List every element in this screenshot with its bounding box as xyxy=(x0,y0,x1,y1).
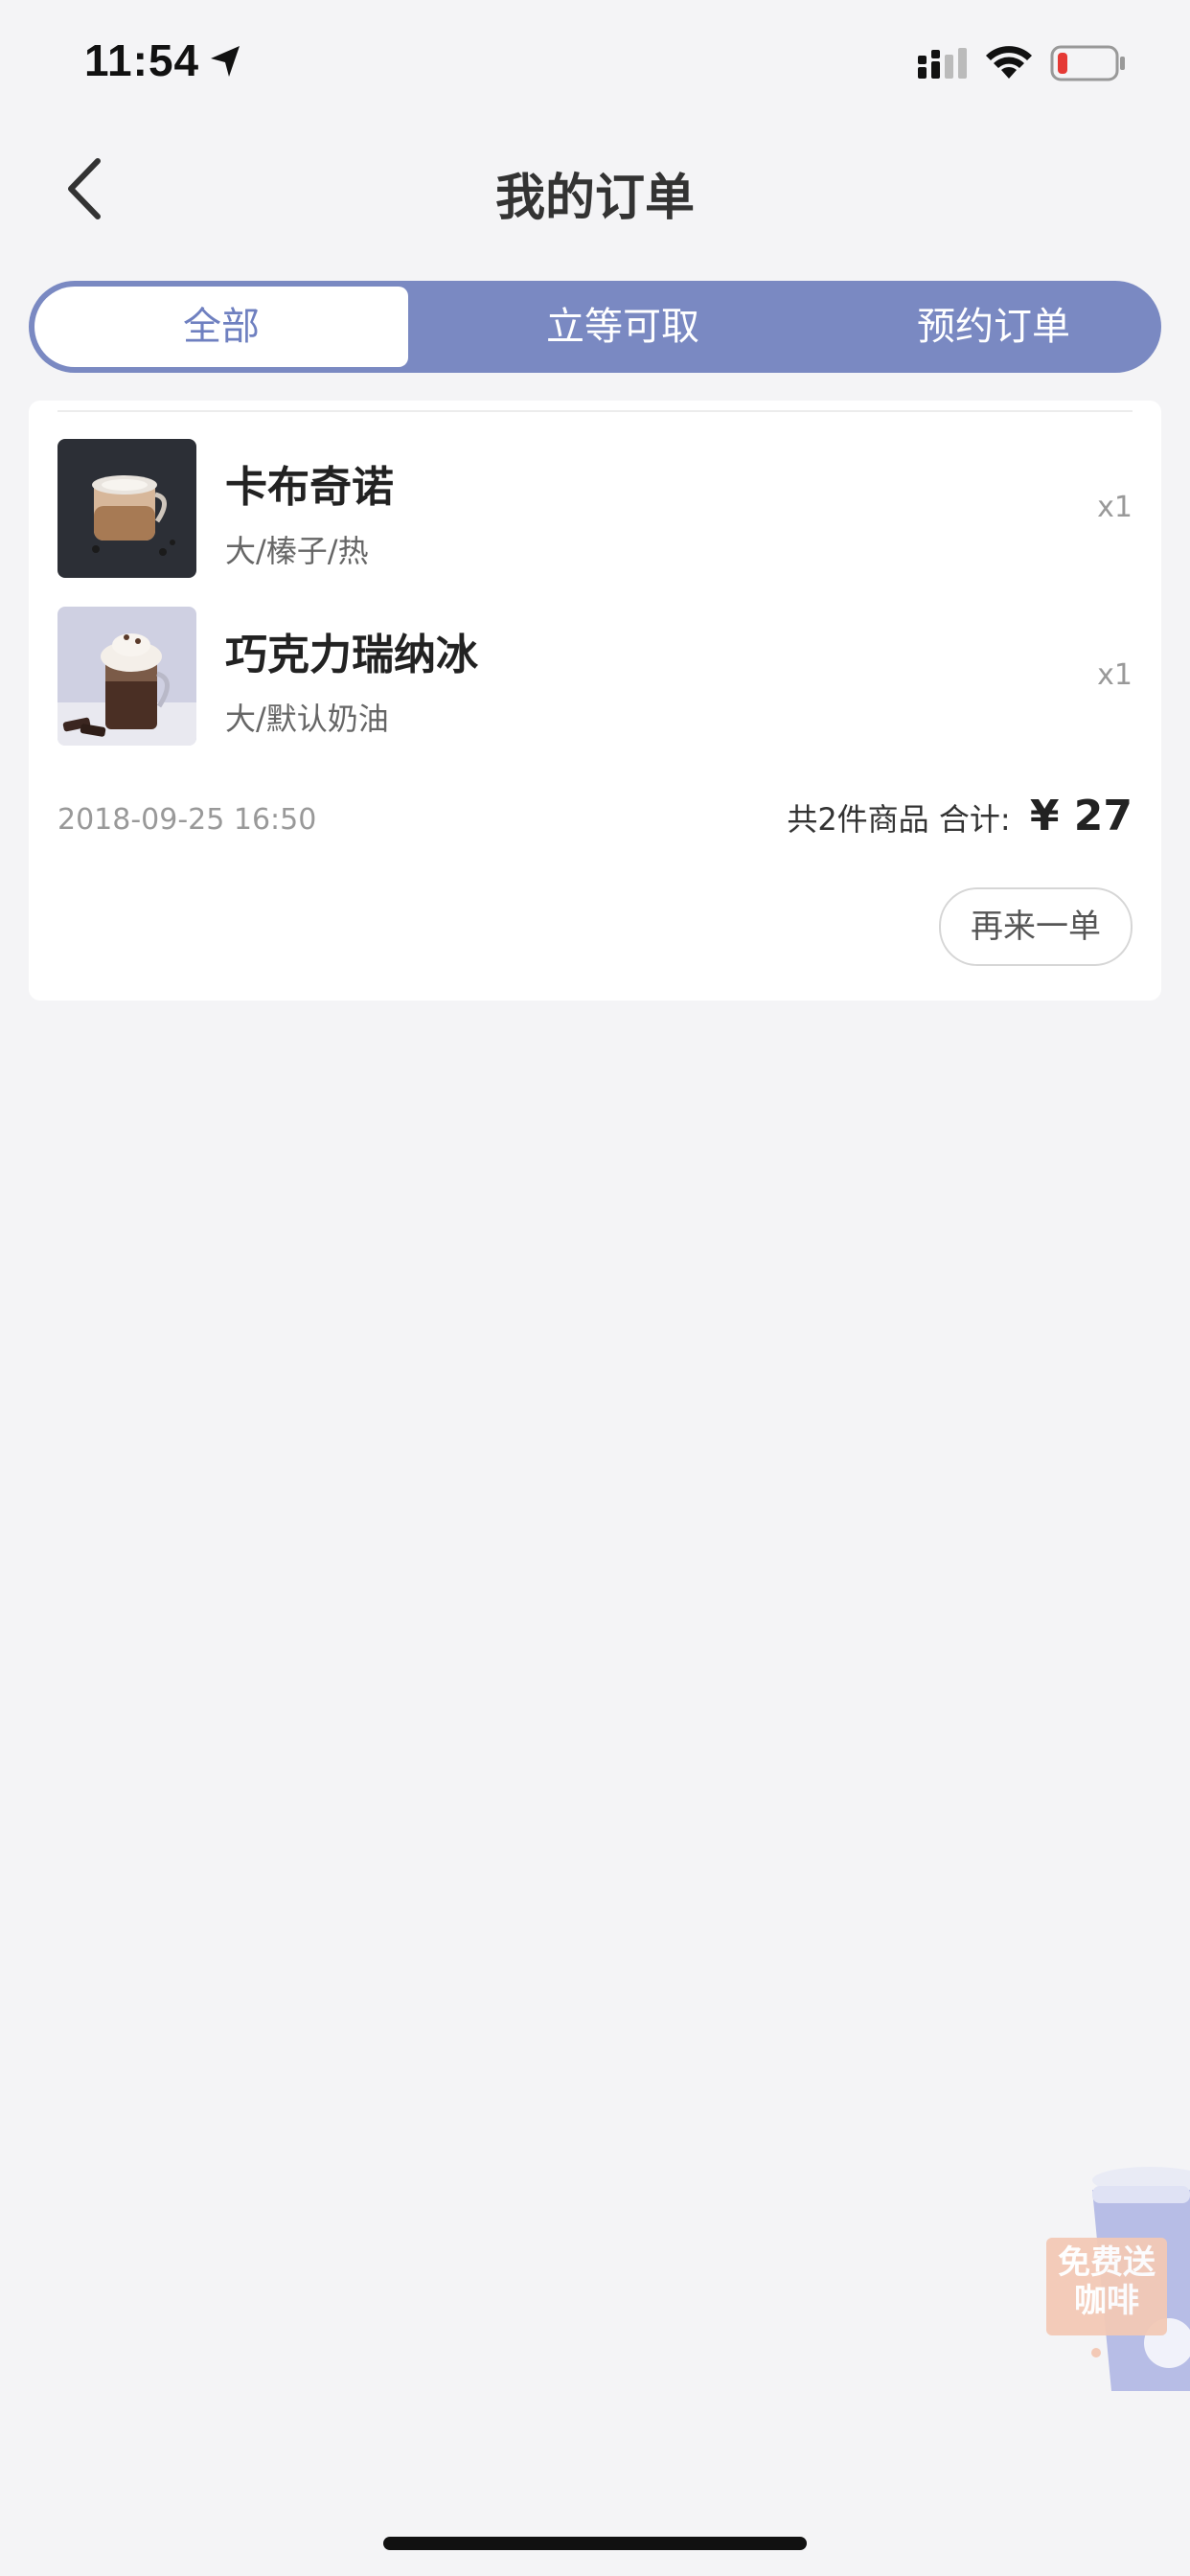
order-item: 卡布奇诺 大/榛子/热 x1 xyxy=(57,439,1133,578)
promo-label[interactable]: 免费送咖啡 xyxy=(1046,2238,1167,2335)
cappuccino-image xyxy=(57,439,196,578)
status-time: 11:54 xyxy=(84,35,200,85)
order-item: 巧克力瑞纳冰 大/默认奶油 x1 xyxy=(57,607,1133,746)
item-name: 卡布奇诺 xyxy=(225,463,394,512)
order-summary: 共2件商品 合计: ¥ 27 xyxy=(787,792,1133,840)
item-count: 共2件商品 xyxy=(787,801,929,838)
location-arrow-icon xyxy=(211,46,240,77)
cellular-signal-icon xyxy=(918,48,967,79)
tab-all[interactable]: 全部 xyxy=(34,287,408,367)
tab-reserved-orders[interactable]: 预约订单 xyxy=(807,281,1161,373)
order-filter-tabs: 全部 立等可取 预约订单 xyxy=(29,281,1161,373)
item-spec: 大/默认奶油 xyxy=(225,701,389,737)
order-card[interactable]: 卡布奇诺 大/榛子/热 x1 巧克力瑞纳冰 大/默认奶油 x1 2018-09-… xyxy=(29,401,1161,1000)
divider xyxy=(57,410,1133,412)
item-name: 巧克力瑞纳冰 xyxy=(225,631,478,679)
home-indicator xyxy=(383,2537,807,2550)
reorder-button[interactable]: 再来一单 xyxy=(939,887,1133,966)
battery-icon xyxy=(1050,45,1125,81)
wifi-icon xyxy=(986,46,1032,79)
navigation-bar: 我的订单 xyxy=(0,126,1190,251)
item-quantity: x1 xyxy=(1097,491,1133,524)
chocolate-frappe-image xyxy=(57,607,196,746)
total-label: 合计: xyxy=(938,801,1011,838)
item-quantity: x1 xyxy=(1097,658,1133,692)
tab-ready-to-pickup[interactable]: 立等可取 xyxy=(431,281,814,373)
total-price: ¥ 27 xyxy=(1029,792,1133,840)
page-title: 我的订单 xyxy=(494,170,695,227)
status-bar: 11:54 xyxy=(0,0,1190,126)
order-timestamp: 2018-09-25 16:50 xyxy=(57,803,317,837)
item-spec: 大/榛子/热 xyxy=(225,533,369,569)
